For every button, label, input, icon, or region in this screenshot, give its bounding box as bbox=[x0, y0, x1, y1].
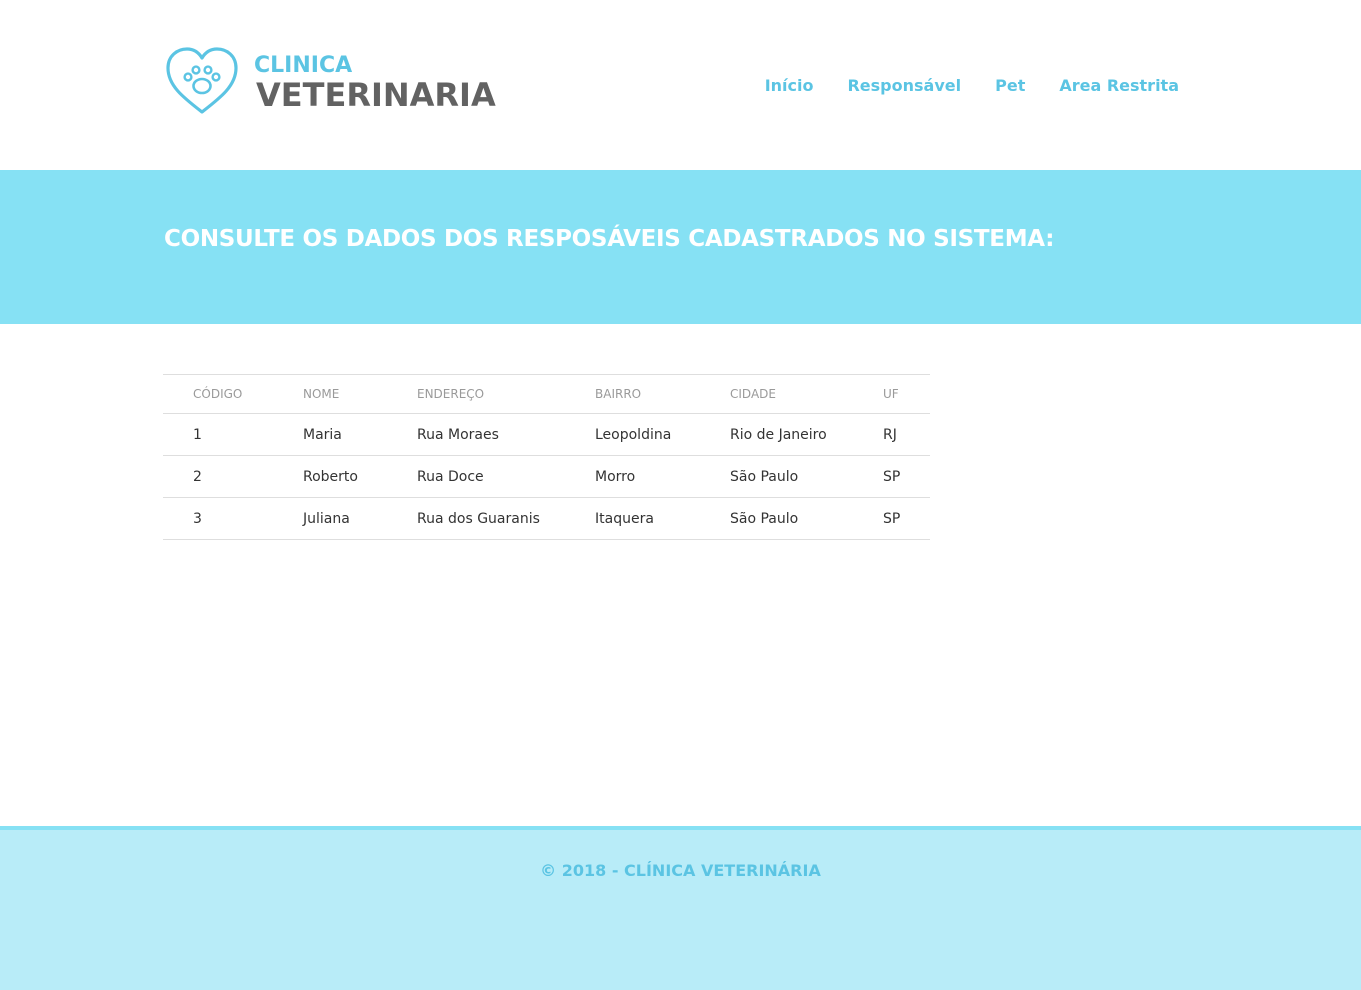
nav-item-pet[interactable]: Pet bbox=[995, 75, 1025, 97]
nav-item-responsavel[interactable]: Responsável bbox=[847, 75, 961, 97]
copyright-text: © 2018 - CLÍNICA VETERINÁRIA bbox=[540, 861, 821, 880]
cell-uf: SP bbox=[883, 455, 930, 498]
logo-text-veterinaria: VETERINARIA bbox=[256, 76, 496, 114]
cell-endereco: Rua dos Guaranis bbox=[417, 497, 595, 540]
column-header-codigo: CÓDIGO bbox=[163, 374, 303, 414]
table-row: 1 Maria Rua Moraes Leopoldina Rio de Jan… bbox=[163, 413, 930, 456]
table-body: 1 Maria Rua Moraes Leopoldina Rio de Jan… bbox=[163, 413, 930, 540]
cell-uf: RJ bbox=[883, 413, 930, 456]
main-nav: Início Responsável Pet Area Restrita bbox=[765, 75, 1179, 97]
column-header-bairro: BAIRRO bbox=[595, 374, 730, 414]
cell-nome: Maria bbox=[303, 413, 417, 456]
cell-bairro: Leopoldina bbox=[595, 413, 730, 456]
logo-link[interactable]: CLINICA VETERINARIA bbox=[164, 46, 496, 118]
heart-paw-icon bbox=[166, 47, 238, 114]
cell-cidade: São Paulo bbox=[730, 455, 883, 498]
table-row: 2 Roberto Rua Doce Morro São Paulo SP bbox=[163, 455, 930, 498]
cell-codigo: 3 bbox=[163, 497, 303, 540]
cell-uf: SP bbox=[883, 497, 930, 540]
column-header-nome: NOME bbox=[303, 374, 417, 414]
cell-codigo: 2 bbox=[163, 455, 303, 498]
table-row: 3 Juliana Rua dos Guaranis Itaquera São … bbox=[163, 497, 930, 540]
responsaveis-table: CÓDIGO NOME ENDEREÇO BAIRRO CIDADE UF 1 … bbox=[163, 374, 930, 540]
column-header-endereco: ENDEREÇO bbox=[417, 374, 595, 414]
responsaveis-table-container: CÓDIGO NOME ENDEREÇO BAIRRO CIDADE UF 1 … bbox=[163, 374, 930, 540]
cell-nome: Roberto bbox=[303, 455, 417, 498]
hero-banner: CONSULTE OS DADOS DOS RESPOSÁVEIS CADAST… bbox=[0, 170, 1361, 324]
column-header-uf: UF bbox=[883, 374, 930, 414]
cell-endereco: Rua Moraes bbox=[417, 413, 595, 456]
cell-codigo: 1 bbox=[163, 413, 303, 456]
cell-cidade: São Paulo bbox=[730, 497, 883, 540]
page-title: CONSULTE OS DADOS DOS RESPOSÁVEIS CADAST… bbox=[164, 226, 1055, 252]
nav-item-inicio[interactable]: Início bbox=[765, 75, 814, 97]
cell-bairro: Itaquera bbox=[595, 497, 730, 540]
cell-endereco: Rua Doce bbox=[417, 455, 595, 498]
table-header: CÓDIGO NOME ENDEREÇO BAIRRO CIDADE UF bbox=[163, 374, 930, 414]
cell-bairro: Morro bbox=[595, 455, 730, 498]
column-header-cidade: CIDADE bbox=[730, 374, 883, 414]
cell-cidade: Rio de Janeiro bbox=[730, 413, 883, 456]
table-header-row: CÓDIGO NOME ENDEREÇO BAIRRO CIDADE UF bbox=[163, 374, 930, 414]
nav-item-area-restrita[interactable]: Area Restrita bbox=[1059, 75, 1179, 97]
cell-nome: Juliana bbox=[303, 497, 417, 540]
site-footer: © 2018 - CLÍNICA VETERINÁRIA bbox=[0, 826, 1361, 990]
site-header: CLINICA VETERINARIA Início Responsável P… bbox=[0, 0, 1361, 170]
